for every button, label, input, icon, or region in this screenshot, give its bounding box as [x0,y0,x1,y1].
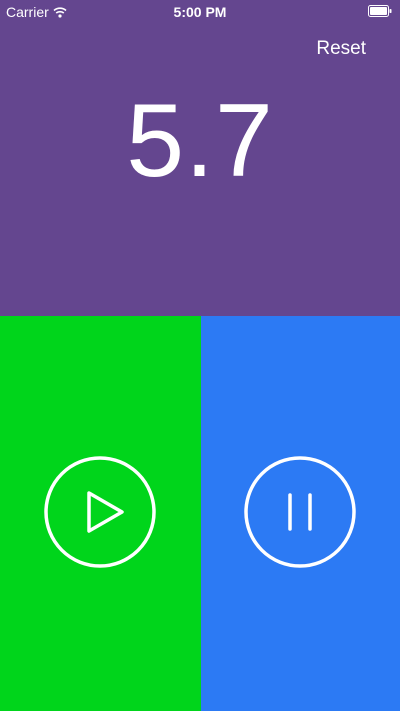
timer-panel: Carrier 5:00 PM Reset 5.7 [0,0,400,316]
pause-circle-icon [244,456,356,568]
play-button[interactable] [0,316,201,711]
status-time: 5:00 PM [173,4,227,20]
reset-button[interactable]: Reset [316,38,366,60]
elapsed-time-display: 5.7 [126,83,274,199]
pause-button[interactable] [201,316,400,711]
status-bar: Carrier 5:00 PM [0,0,400,22]
stopwatch-app: Carrier 5:00 PM Reset 5.7 [0,0,400,711]
play-circle-icon [44,456,156,568]
battery-icon [368,5,392,17]
